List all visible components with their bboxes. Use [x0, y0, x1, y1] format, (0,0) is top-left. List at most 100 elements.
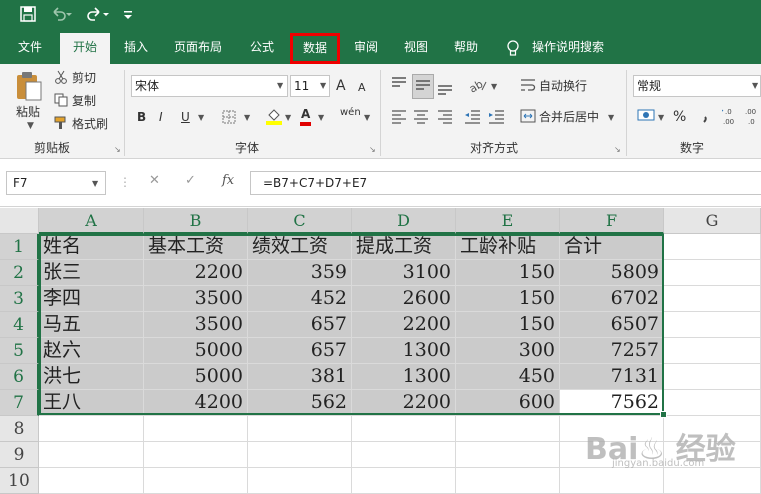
cell-c3[interactable]: 452: [248, 286, 352, 312]
align-bottom-icon[interactable]: [436, 80, 454, 99]
decrease-decimal-icon[interactable]: .00.0: [744, 106, 761, 129]
wrap-text-button[interactable]: 自动换行: [539, 77, 587, 95]
column-header-b[interactable]: B: [144, 208, 248, 234]
cell-d9[interactable]: [352, 442, 456, 468]
cell-d2[interactable]: 3100: [352, 260, 456, 286]
chevron-down-icon[interactable]: ▼: [27, 121, 34, 131]
chevron-down-icon[interactable]: ▼: [277, 81, 283, 90]
cell-d10[interactable]: [352, 468, 456, 494]
cell-b9[interactable]: [144, 442, 248, 468]
chevron-down-icon[interactable]: ▼: [608, 113, 614, 122]
save-icon[interactable]: [20, 6, 36, 28]
insert-function-button[interactable]: fx: [222, 173, 234, 188]
align-right-icon[interactable]: [436, 108, 454, 127]
chevron-down-icon[interactable]: ▼: [285, 113, 291, 122]
increase-decimal-icon[interactable]: .0.00: [720, 106, 740, 129]
row-header-8[interactable]: 8: [0, 416, 39, 442]
font-name-select[interactable]: 宋体: [131, 75, 288, 97]
redo-icon[interactable]: [85, 6, 109, 28]
cell-e3[interactable]: 150: [456, 286, 560, 312]
column-header-e[interactable]: E: [456, 208, 560, 234]
cell-c6[interactable]: 381: [248, 364, 352, 390]
cell-e9[interactable]: [456, 442, 560, 468]
cell-b6[interactable]: 5000: [144, 364, 248, 390]
format-painter-button[interactable]: 格式刷: [72, 115, 108, 133]
cell-c4[interactable]: 657: [248, 312, 352, 338]
dialog-launcher-icon[interactable]: ↘: [369, 145, 376, 154]
align-top-icon[interactable]: [390, 76, 408, 95]
cancel-icon[interactable]: ✕: [149, 173, 160, 188]
row-header-4[interactable]: 4: [0, 312, 39, 338]
cell-c8[interactable]: [248, 416, 352, 442]
fill-color-icon[interactable]: [266, 107, 282, 128]
cell-d7[interactable]: 2200: [352, 390, 456, 416]
cell-d8[interactable]: [352, 416, 456, 442]
cell-a7[interactable]: 王八: [39, 390, 144, 416]
chevron-down-icon[interactable]: ▼: [92, 179, 98, 188]
cell-d4[interactable]: 2200: [352, 312, 456, 338]
chevron-down-icon[interactable]: ▼: [491, 82, 497, 91]
chevron-down-icon[interactable]: ▼: [364, 113, 370, 122]
cell-e6[interactable]: 450: [456, 364, 560, 390]
cell-d1[interactable]: 提成工资: [352, 234, 456, 260]
cell-f6[interactable]: 7131: [560, 364, 664, 390]
cell-a6[interactable]: 洪七: [39, 364, 144, 390]
underline-button[interactable]: U: [181, 108, 190, 126]
tab-view[interactable]: 视图: [394, 33, 438, 64]
tab-data[interactable]: 数据: [290, 33, 340, 64]
shrink-font-button[interactable]: A: [358, 79, 366, 97]
row-header-7[interactable]: 7: [0, 390, 39, 416]
cell-a9[interactable]: [39, 442, 144, 468]
tab-insert[interactable]: 插入: [114, 33, 158, 64]
phonetic-guide-button[interactable]: wén: [340, 104, 361, 122]
cell-b10[interactable]: [144, 468, 248, 494]
cell-g1[interactable]: [664, 234, 761, 260]
paste-button[interactable]: 粘贴: [16, 103, 40, 121]
row-header-6[interactable]: 6: [0, 364, 39, 390]
cell-g2[interactable]: [664, 260, 761, 286]
cell-e2[interactable]: 150: [456, 260, 560, 286]
cell-g7[interactable]: [664, 390, 761, 416]
cell-f4[interactable]: 6507: [560, 312, 664, 338]
cell-f1[interactable]: 合计: [560, 234, 664, 260]
cell-f5[interactable]: 7257: [560, 338, 664, 364]
cell-a1[interactable]: 姓名: [39, 234, 144, 260]
customize-quick-access-icon[interactable]: [123, 6, 133, 28]
enter-icon[interactable]: ✓: [185, 173, 196, 188]
cell-a5[interactable]: 赵六: [39, 338, 144, 364]
dialog-launcher-icon[interactable]: ↘: [114, 145, 121, 154]
decrease-indent-icon[interactable]: [464, 108, 482, 127]
cell-a10[interactable]: [39, 468, 144, 494]
column-header-c[interactable]: C: [248, 208, 352, 234]
tell-me-search[interactable]: 操作说明搜索: [528, 33, 608, 64]
cell-e8[interactable]: [456, 416, 560, 442]
percent-button[interactable]: %: [673, 108, 686, 126]
row-header-1[interactable]: 1: [0, 234, 39, 260]
cell-f7[interactable]: 7562: [560, 390, 664, 416]
chevron-down-icon[interactable]: ▼: [244, 113, 250, 122]
cell-b1[interactable]: 基本工资: [144, 234, 248, 260]
chevron-down-icon[interactable]: ▼: [752, 81, 758, 90]
cell-b3[interactable]: 3500: [144, 286, 248, 312]
orientation-icon[interactable]: ab: [467, 76, 488, 97]
cell-e5[interactable]: 300: [456, 338, 560, 364]
select-all-corner[interactable]: [0, 208, 39, 234]
dialog-launcher-icon[interactable]: ↘: [614, 145, 621, 154]
cell-g6[interactable]: [664, 364, 761, 390]
increase-indent-icon[interactable]: [488, 108, 506, 127]
cell-e4[interactable]: 150: [456, 312, 560, 338]
cell-a2[interactable]: 张三: [39, 260, 144, 286]
name-box[interactable]: F7: [6, 171, 106, 195]
cell-e7[interactable]: 600: [456, 390, 560, 416]
cell-c7[interactable]: 562: [248, 390, 352, 416]
tab-home[interactable]: 开始: [60, 33, 110, 64]
cell-b4[interactable]: 3500: [144, 312, 248, 338]
cell-b8[interactable]: [144, 416, 248, 442]
cell-g3[interactable]: [664, 286, 761, 312]
cell-c10[interactable]: [248, 468, 352, 494]
cell-c9[interactable]: [248, 442, 352, 468]
tab-file[interactable]: 文件: [8, 33, 52, 64]
align-center-icon[interactable]: [412, 108, 430, 127]
italic-button[interactable]: I: [159, 108, 163, 126]
cell-g4[interactable]: [664, 312, 761, 338]
